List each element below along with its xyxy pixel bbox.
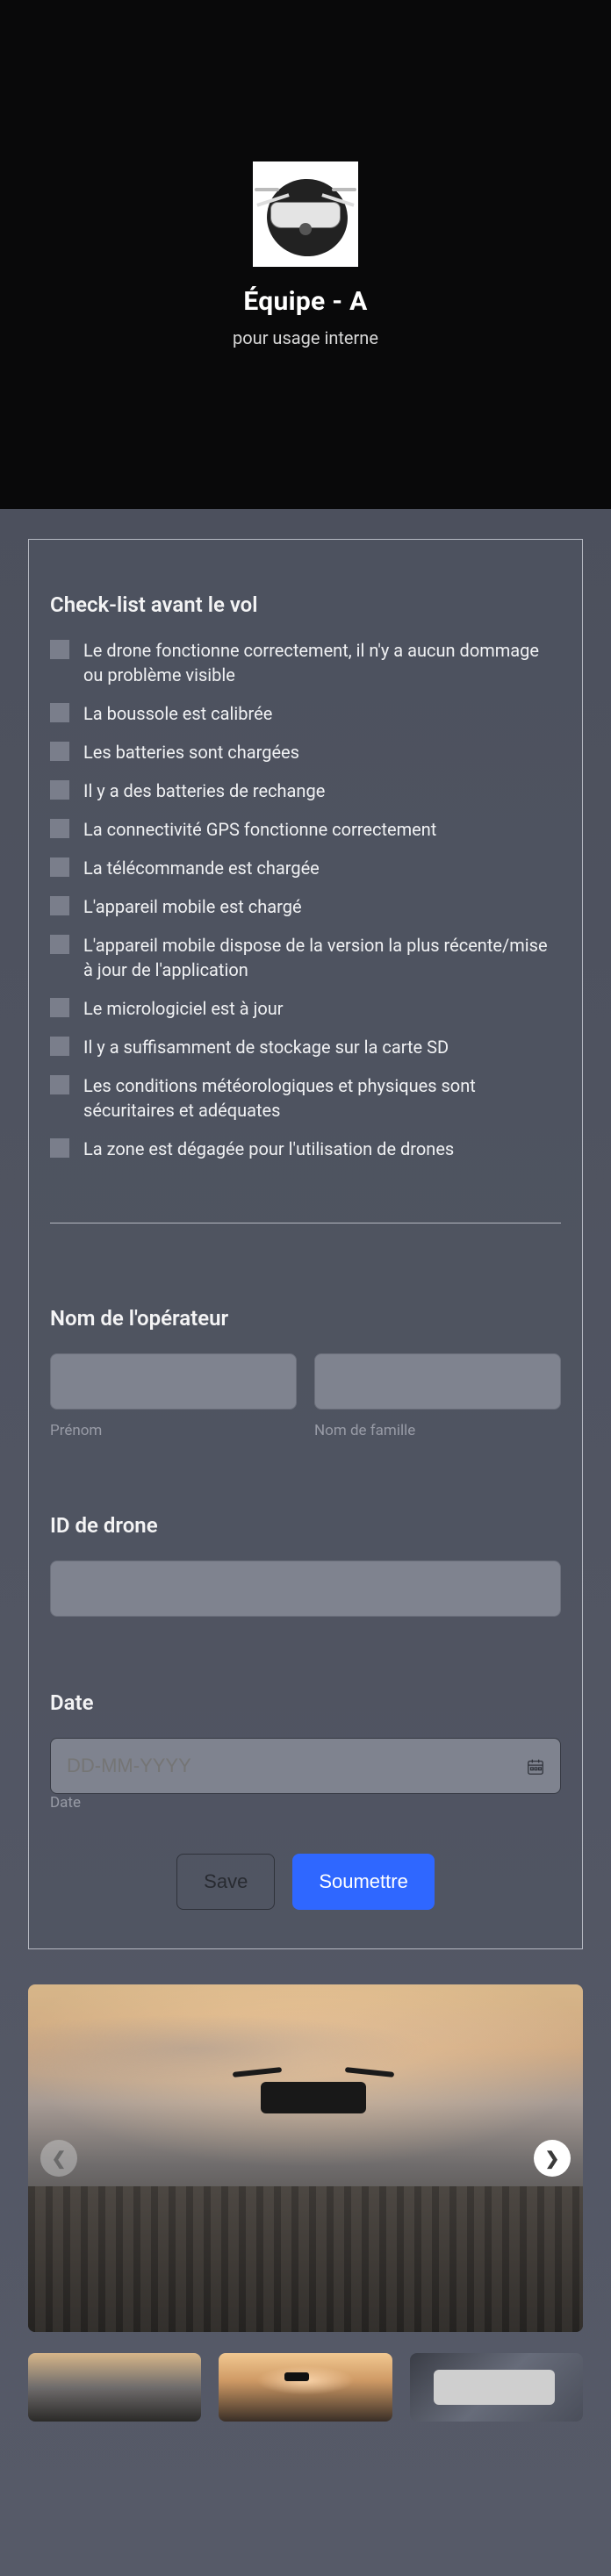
- checklist-checkbox[interactable]: [50, 1075, 69, 1094]
- checklist-item: Le micrologiciel est à jour: [50, 996, 561, 1021]
- gallery-thumb-1[interactable]: [28, 2353, 201, 2422]
- checklist-item: La zone est dégagée pour l'utilisation d…: [50, 1137, 561, 1161]
- form-section: Check-list avant le vol Le drone fonctio…: [0, 509, 611, 1984]
- last-name-sublabel: Nom de famille: [314, 1422, 561, 1439]
- form-card: Check-list avant le vol Le drone fonctio…: [28, 539, 583, 1949]
- team-name: Équipe - A: [243, 286, 367, 317]
- checklist-checkbox[interactable]: [50, 640, 69, 659]
- date-group: Date Date: [50, 1690, 561, 1812]
- operator-name-label: Nom de l'opérateur: [50, 1306, 561, 1331]
- gallery-hero-image: ❮ ❯: [28, 1984, 583, 2332]
- image-gallery: ❮ ❯: [0, 1984, 611, 2457]
- checklist-item: L'appareil mobile est chargé: [50, 894, 561, 919]
- first-name-sublabel: Prénom: [50, 1422, 297, 1439]
- gallery-prev-button[interactable]: ❮: [40, 2140, 77, 2177]
- page-header: Équipe - A pour usage interne: [0, 0, 611, 509]
- checklist-item: Le drone fonctionne correctement, il n'y…: [50, 638, 561, 687]
- checklist-checkbox[interactable]: [50, 935, 69, 954]
- checklist-checkbox[interactable]: [50, 742, 69, 761]
- checklist-item-label: Le drone fonctionne correctement, il n'y…: [83, 638, 561, 687]
- header-subtitle: pour usage interne: [233, 327, 378, 348]
- checklist-item: Il y a suffisamment de stockage sur la c…: [50, 1035, 561, 1059]
- gallery-thumbnails: [28, 2353, 583, 2422]
- checklist-item: La connectivité GPS fonctionne correctem…: [50, 817, 561, 842]
- operator-name-group: Nom de l'opérateur Prénom Nom de famille: [50, 1306, 561, 1439]
- checklist-item-label: La zone est dégagée pour l'utilisation d…: [83, 1137, 561, 1161]
- gallery-next-button[interactable]: ❯: [534, 2140, 571, 2177]
- checklist-checkbox[interactable]: [50, 1138, 69, 1158]
- checklist-title: Check-list avant le vol: [50, 592, 561, 617]
- checklist-checkbox[interactable]: [50, 998, 69, 1017]
- first-name-input[interactable]: [50, 1353, 297, 1410]
- checklist-item-label: Les conditions météorologiques et physiq…: [83, 1073, 561, 1123]
- checklist-checkbox[interactable]: [50, 703, 69, 722]
- checklist-item-label: La connectivité GPS fonctionne correctem…: [83, 817, 561, 842]
- checklist-item-label: L'appareil mobile dispose de la version …: [83, 933, 561, 982]
- checklist-item-label: La boussole est calibrée: [83, 701, 561, 726]
- checklist-item-label: L'appareil mobile est chargé: [83, 894, 561, 919]
- chevron-right-icon: ❯: [545, 2148, 560, 2170]
- checklist-checkbox[interactable]: [50, 857, 69, 877]
- checklist-item-label: Il y a des batteries de rechange: [83, 779, 561, 803]
- checklist-item: La télécommande est chargée: [50, 856, 561, 880]
- checklist-checkbox[interactable]: [50, 896, 69, 915]
- save-button[interactable]: Save: [176, 1854, 275, 1910]
- last-name-input[interactable]: [314, 1353, 561, 1410]
- checklist-checkbox[interactable]: [50, 1037, 69, 1056]
- submit-button[interactable]: Soumettre: [292, 1854, 435, 1910]
- chevron-left-icon: ❮: [52, 2148, 67, 2170]
- form-actions: Save Soumettre: [50, 1854, 561, 1910]
- checklist: Le drone fonctionne correctement, il n'y…: [50, 638, 561, 1161]
- checklist-item: Il y a des batteries de rechange: [50, 779, 561, 803]
- gallery-thumb-3[interactable]: [410, 2353, 583, 2422]
- drone-id-input[interactable]: [50, 1561, 561, 1617]
- drone-id-group: ID de drone: [50, 1513, 561, 1617]
- checklist-item: L'appareil mobile dispose de la version …: [50, 933, 561, 982]
- checklist-item: La boussole est calibrée: [50, 701, 561, 726]
- checklist-item-label: La télécommande est chargée: [83, 856, 561, 880]
- drone-id-label: ID de drone: [50, 1513, 561, 1538]
- date-input[interactable]: [50, 1738, 561, 1794]
- checklist-checkbox[interactable]: [50, 780, 69, 800]
- team-logo: [253, 161, 358, 267]
- date-label: Date: [50, 1690, 561, 1715]
- checklist-checkbox[interactable]: [50, 819, 69, 838]
- date-sublabel: Date: [50, 1794, 81, 1812]
- checklist-item: Les batteries sont chargées: [50, 740, 561, 764]
- checklist-item-label: Les batteries sont chargées: [83, 740, 561, 764]
- checklist-item-label: Le micrologiciel est à jour: [83, 996, 561, 1021]
- checklist-item-label: Il y a suffisamment de stockage sur la c…: [83, 1035, 561, 1059]
- checklist-item: Les conditions météorologiques et physiq…: [50, 1073, 561, 1123]
- gallery-thumb-2[interactable]: [219, 2353, 392, 2422]
